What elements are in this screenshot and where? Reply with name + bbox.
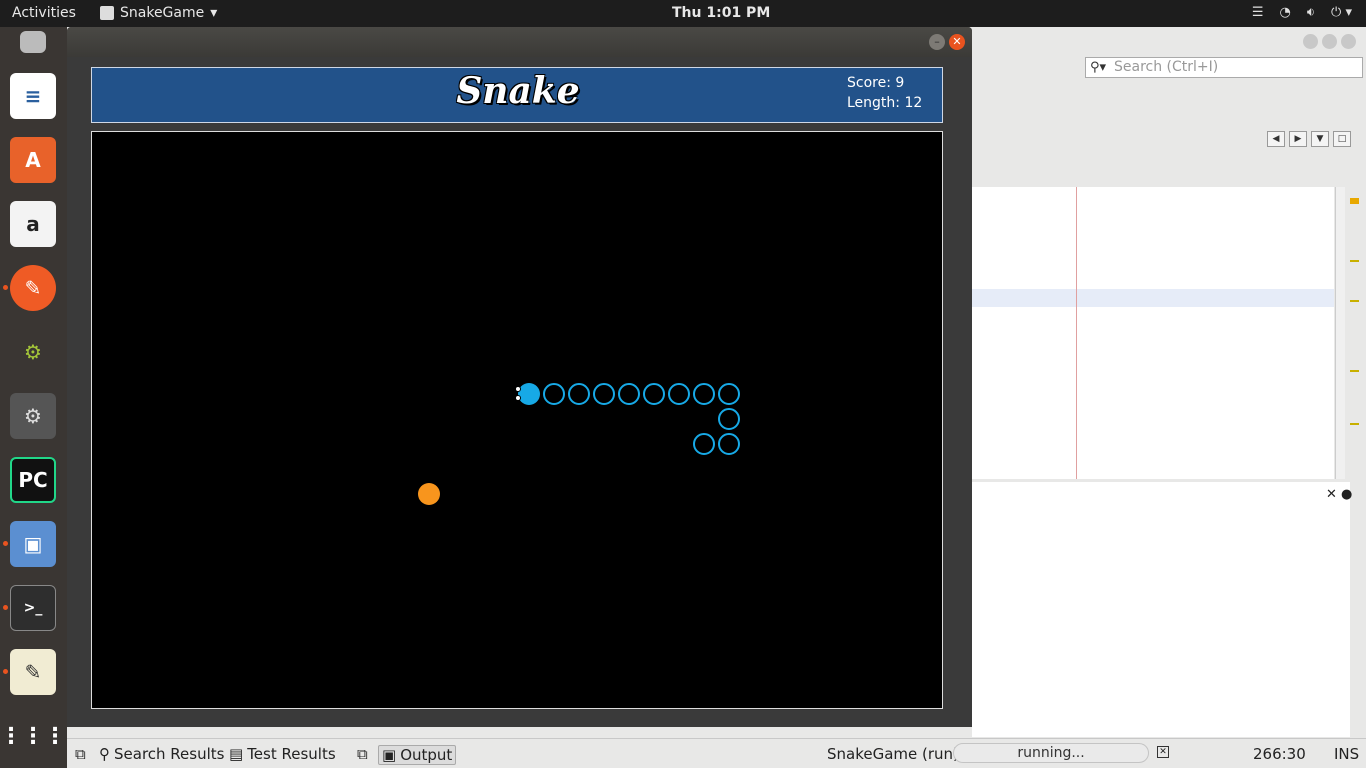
arrow-left-icon[interactable]: ◀: [1267, 131, 1285, 147]
snake-segment: [568, 383, 590, 405]
dock: ≡ A a ✎ ⚙ ⚙ PC ▣ >_ ✎ ⋮⋮⋮: [0, 27, 67, 768]
power-icon[interactable]: ⏻ ▾: [1331, 5, 1352, 20]
volume-icon[interactable]: 🔉︎: [1307, 5, 1315, 20]
virtualbox-icon[interactable]: ▣: [10, 521, 56, 567]
error-stripe-marker[interactable]: [1350, 300, 1359, 302]
snake-segment: [693, 433, 715, 455]
system-tray[interactable]: ☰ ◔ 🔉︎ ⏻ ▾: [1252, 5, 1352, 20]
search-icon: ⚲▾: [1090, 60, 1107, 75]
search-results-tab[interactable]: ⚲ Search Results: [99, 745, 224, 763]
amazon-icon[interactable]: a: [10, 201, 56, 247]
snake-segment: [593, 383, 615, 405]
arrow-right-icon[interactable]: ▶: [1289, 131, 1307, 147]
running-indicator: [3, 605, 8, 610]
postman-icon[interactable]: ✎: [10, 265, 56, 311]
stop-icon[interactable]: ✕: [1157, 746, 1169, 758]
snake-eye: [515, 386, 521, 392]
ide-window-controls[interactable]: [1303, 34, 1356, 49]
pycharm-icon[interactable]: PC: [10, 457, 56, 503]
test-icon: ▤: [229, 745, 244, 763]
output-panel[interactable]: [972, 482, 1350, 737]
snake-segment: [718, 383, 740, 405]
close-icon[interactable]: [1341, 34, 1356, 49]
clock[interactable]: Thu 1:01 PM: [672, 5, 770, 21]
editor-scrollbar[interactable]: [1335, 187, 1345, 479]
test-results-label: Test Results: [247, 745, 336, 763]
error-stripe-marker[interactable]: [1350, 198, 1359, 204]
android-studio-icon[interactable]: ⚙: [10, 329, 56, 375]
snake-head: [515, 383, 540, 405]
chevron-down-icon: ▾: [210, 5, 218, 21]
ide-search-placeholder: Search (Ctrl+I): [1114, 59, 1219, 75]
snake-segment: [618, 383, 640, 405]
snake-segment: [718, 433, 740, 455]
menu-icon[interactable]: ☰: [1252, 5, 1264, 20]
app-menu[interactable]: SnakeGame ▾: [100, 5, 217, 21]
status-bar: ⧉ ⚲ Search Results ▤ Test Results ⧉ ▣ Ou…: [67, 738, 1366, 768]
settings-icon[interactable]: ⚙: [10, 393, 56, 439]
score-label: Score: 9: [847, 75, 905, 91]
activities-button[interactable]: Activities: [12, 5, 76, 21]
top-bar: Activities SnakeGame ▾ Thu 1:01 PM ☰ ◔ 🔉…: [0, 0, 1366, 27]
app-icon: [100, 6, 114, 20]
software-icon[interactable]: A: [10, 137, 56, 183]
run-progress-bar: running...: [953, 743, 1149, 763]
running-indicator: [3, 541, 8, 546]
search-results-label: Search Results: [114, 745, 225, 763]
close-icon[interactable]: ✕: [949, 34, 965, 50]
output-label: Output: [400, 746, 453, 764]
wifi-icon[interactable]: ◔: [1280, 5, 1291, 20]
game-header: Snake Score: 9 Length: 12: [91, 67, 943, 123]
cursor-position: 266:30: [1253, 745, 1306, 763]
error-stripe-marker[interactable]: [1350, 423, 1359, 425]
snake-segment: [643, 383, 665, 405]
length-label: Length: 12: [847, 95, 923, 111]
game-board[interactable]: [91, 131, 943, 709]
minimize-icon[interactable]: –: [929, 34, 945, 50]
restore-icon[interactable]: ⧉: [357, 745, 368, 763]
code-editor[interactable]: [972, 187, 1334, 479]
ide-search-input[interactable]: ⚲▾ Search (Ctrl+I): [1085, 57, 1363, 78]
snake-segment: [718, 408, 740, 430]
writer-icon[interactable]: ≡: [10, 73, 56, 119]
food-pellet: [418, 483, 440, 505]
right-margin-line: [1076, 187, 1077, 479]
chevron-down-icon[interactable]: ▼: [1311, 131, 1329, 147]
output-tab[interactable]: ▣ Output: [378, 745, 457, 765]
snake-eye: [515, 395, 521, 401]
run-label: SnakeGame (run): [827, 745, 959, 763]
files-icon[interactable]: [20, 31, 46, 53]
snake-segment: [693, 383, 715, 405]
show-apps-icon[interactable]: ⋮⋮⋮: [0, 713, 66, 759]
running-indicator: [3, 669, 8, 674]
app-menu-label: SnakeGame: [120, 5, 205, 21]
output-icon: ▣: [382, 746, 397, 764]
running-indicator: [3, 285, 8, 290]
error-stripe-marker[interactable]: [1350, 370, 1359, 372]
snake-segment: [543, 383, 565, 405]
restore-icon[interactable]: ⧉: [75, 745, 86, 763]
close-icon[interactable]: ✕ ●: [1326, 487, 1352, 502]
snake-segment: [668, 383, 690, 405]
score-panel: Score: 9 Length: 12: [847, 73, 922, 113]
editor-nav-buttons[interactable]: ◀ ▶ ▼ □: [1267, 131, 1351, 147]
window-titlebar[interactable]: [67, 27, 972, 57]
insert-mode: INS: [1334, 745, 1360, 763]
maximize-icon[interactable]: [1322, 34, 1337, 49]
current-line-highlight: [972, 289, 1334, 307]
game-title: Snake: [456, 70, 580, 112]
error-stripe-marker[interactable]: [1350, 260, 1359, 262]
test-results-tab[interactable]: ▤ Test Results: [229, 745, 336, 763]
search-icon: ⚲: [99, 745, 110, 763]
text-editor-icon[interactable]: ✎: [10, 649, 56, 695]
terminal-icon[interactable]: >_: [10, 585, 56, 631]
minimize-icon[interactable]: [1303, 34, 1318, 49]
maximize-icon[interactable]: □: [1333, 131, 1351, 147]
snake-game-window: – ✕ Snake Score: 9 Length: 12: [67, 27, 972, 727]
